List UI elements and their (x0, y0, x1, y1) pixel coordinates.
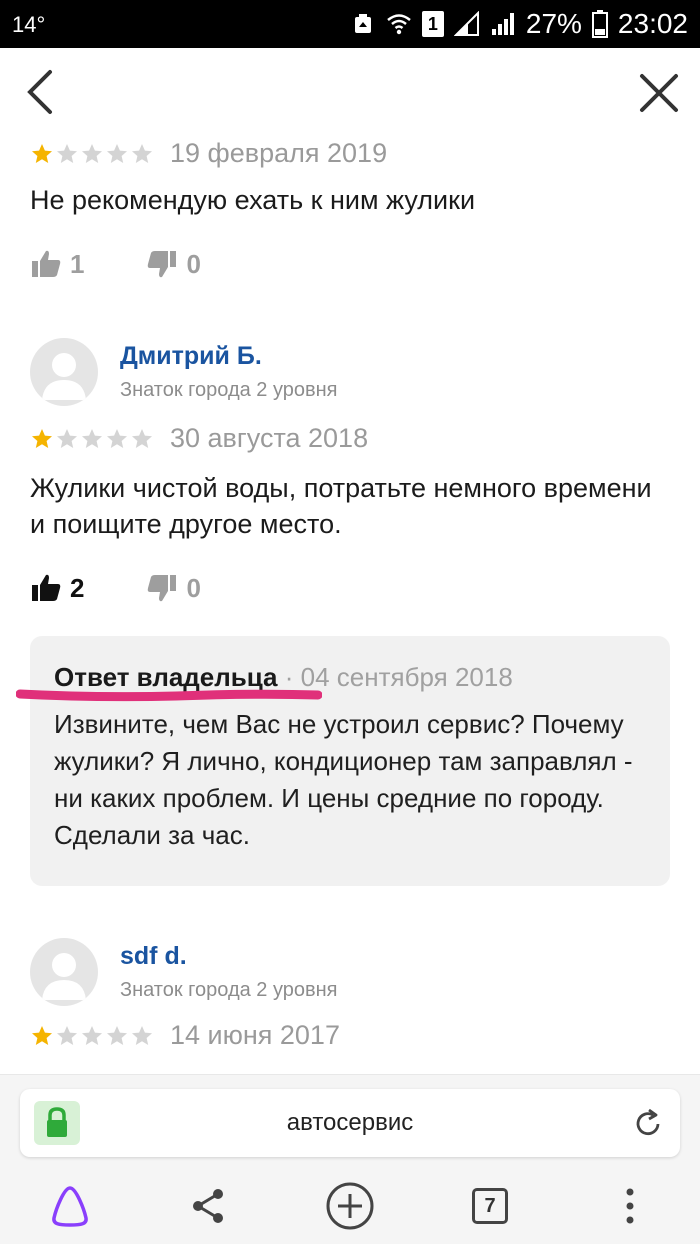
address-bar: автосервис (0, 1074, 700, 1170)
author-name[interactable]: sdf d. (120, 942, 338, 971)
star-empty-icon (132, 428, 152, 448)
author-level: Знаток города 2 уровня (120, 979, 338, 1001)
tabs-count: 7 (484, 1194, 496, 1217)
review-date: 30 августа 2018 (170, 423, 369, 453)
author-name[interactable]: Дмитрий Б. (120, 342, 338, 371)
star-rating (30, 427, 154, 451)
review-1-rating-row: 19 февраля 2019 (30, 138, 387, 169)
alice-icon (52, 1186, 88, 1227)
owner-reply-date: 04 сентября 2018 (300, 662, 513, 692)
recycle-icon (354, 14, 371, 33)
star-filled-icon (32, 143, 52, 163)
star-empty-icon (57, 1025, 77, 1045)
review-date: 14 июня 2017 (170, 1020, 340, 1050)
review-3-rating-row: 14 июня 2017 (30, 1020, 340, 1051)
review-2-votes: 2 0 (30, 572, 263, 604)
url-text: автосервис (286, 1109, 414, 1136)
star-empty-icon (57, 143, 77, 163)
avatar[interactable] (30, 938, 98, 1006)
review-2-rating-row: 30 августа 2018 (30, 423, 368, 454)
dislike-button[interactable]: 0 (146, 572, 201, 604)
star-empty-icon (107, 1025, 127, 1045)
like-button[interactable]: 1 (30, 248, 84, 280)
star-filled-icon (32, 428, 52, 448)
share-button[interactable] (182, 1180, 234, 1232)
review-date: 19 февраля 2019 (170, 138, 388, 168)
star-filled-icon (32, 1025, 52, 1045)
thumbs-up-icon (32, 574, 61, 601)
status-icons: 1 27% 23:02 (350, 6, 688, 42)
owner-reply-text: Извините, чем Вас не устроил сервис? Поч… (54, 709, 633, 850)
avatar-silhouette-icon (42, 353, 86, 400)
temperature: 14° (12, 12, 46, 37)
browser-nav-bar: 7 (0, 1170, 700, 1244)
star-empty-icon (82, 1025, 102, 1045)
star-empty-icon (82, 143, 102, 163)
like-count: 1 (70, 248, 85, 279)
avatar-silhouette-icon (42, 953, 86, 1000)
review-1-votes: 1 0 (30, 248, 263, 280)
dislike-count: 0 (186, 572, 201, 603)
top-bar (0, 48, 700, 136)
avatar[interactable] (30, 338, 98, 406)
marker-underline (16, 689, 322, 702)
star-rating (30, 142, 154, 166)
tabs-button[interactable]: 7 (464, 1180, 516, 1232)
review-text: Жулики чистой воды, потратьте немного вр… (30, 473, 652, 539)
back-arrow-icon[interactable] (18, 66, 62, 118)
sim-badge: 1 (421, 11, 444, 37)
thumbs-down-icon (148, 575, 177, 602)
like-button[interactable]: 2 (30, 572, 84, 604)
wifi-icon (387, 14, 411, 35)
signal-icon-2 (491, 13, 514, 35)
star-empty-icon (107, 143, 127, 163)
signal-icon-1 (453, 11, 479, 36)
star-empty-icon (82, 428, 102, 448)
status-bar: 14° 1 27% 23:02 (0, 0, 700, 48)
thumbs-down-icon (148, 251, 177, 278)
more-icon (626, 1188, 634, 1224)
thumbs-up-icon (32, 250, 61, 277)
star-rating (30, 1024, 154, 1048)
close-icon[interactable] (636, 66, 682, 118)
like-count: 2 (70, 572, 85, 603)
alice-button[interactable] (44, 1180, 96, 1232)
star-empty-icon (132, 143, 152, 163)
star-empty-icon (57, 428, 77, 448)
owner-reply: Ответ владельца · 04 сентября 2018 Извин… (30, 636, 670, 886)
reload-icon[interactable] (632, 1107, 664, 1139)
review-2-author: Дмитрий Б. Знаток города 2 уровня (30, 338, 338, 406)
menu-button[interactable] (604, 1180, 656, 1232)
author-level: Знаток города 2 уровня (120, 379, 338, 401)
review-3-author: sdf d. Знаток города 2 уровня (30, 938, 338, 1006)
dislike-count: 0 (186, 248, 201, 279)
battery-percent: 27% (525, 8, 582, 39)
star-empty-icon (132, 1025, 152, 1045)
share-icon (193, 1189, 223, 1223)
new-tab-button[interactable] (324, 1180, 376, 1232)
star-empty-icon (107, 428, 127, 448)
battery-icon (591, 10, 608, 38)
clock: 23:02 (617, 8, 688, 39)
dislike-button[interactable]: 0 (146, 248, 201, 280)
url-field[interactable]: автосервис (20, 1089, 680, 1157)
tabs-icon: 7 (472, 1188, 508, 1224)
review-text: Не рекомендую ехать к ним жулики (30, 185, 476, 215)
plus-icon (326, 1182, 374, 1230)
